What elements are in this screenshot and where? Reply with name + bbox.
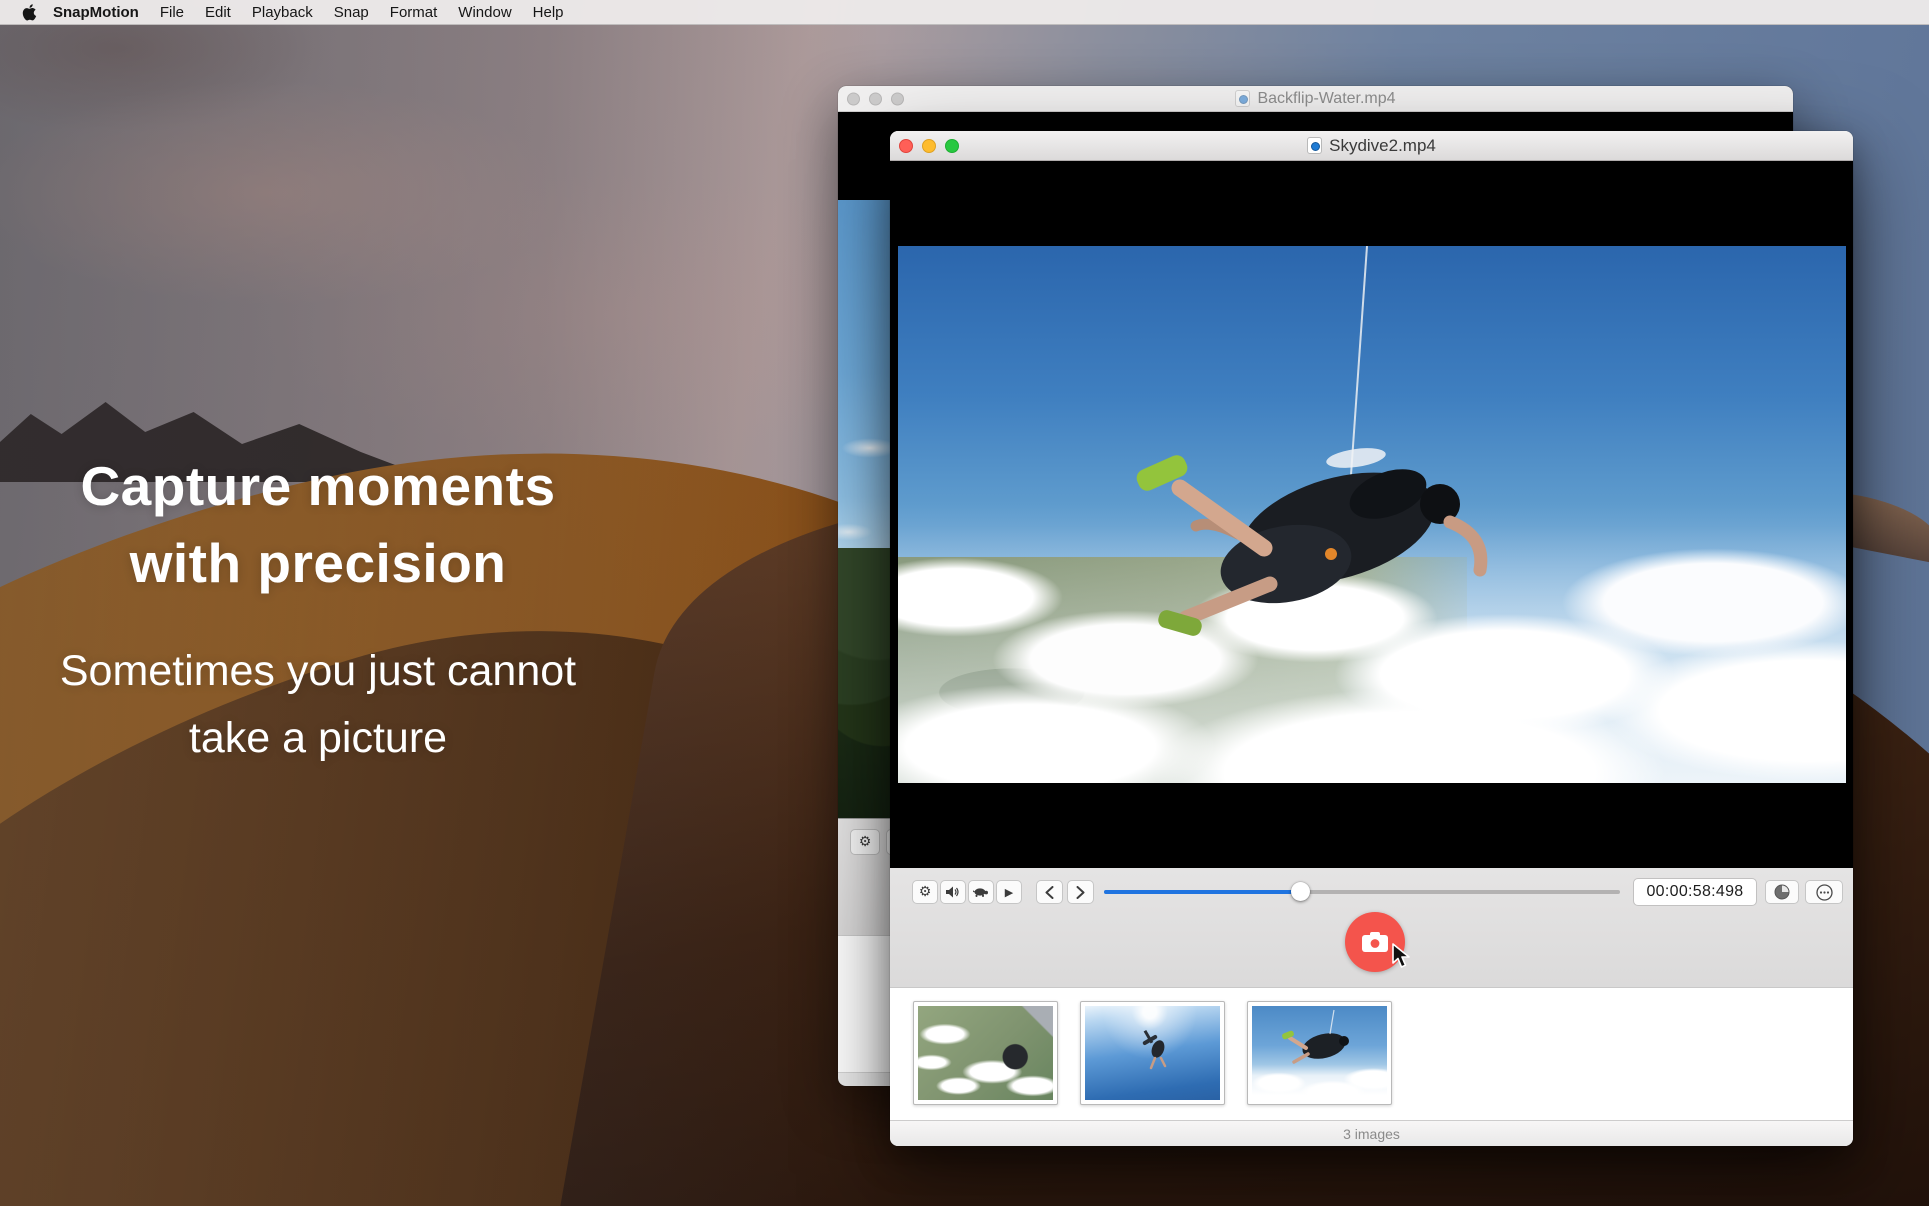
apple-logo-icon	[22, 4, 37, 21]
thumbnail-3[interactable]	[1247, 1001, 1392, 1105]
zoom-button[interactable]	[891, 92, 904, 105]
video-frame	[898, 246, 1846, 783]
headline-line2: with precision	[18, 525, 618, 602]
back-window-titlebar[interactable]: Backflip-Water.mp4	[838, 86, 1793, 112]
menu-item-file[interactable]: File	[160, 4, 184, 21]
apple-menu[interactable]	[22, 4, 37, 21]
slow-motion-button[interactable]	[968, 880, 994, 904]
next-frame-button[interactable]	[1067, 880, 1094, 904]
more-options-button[interactable]	[1805, 880, 1843, 904]
player-controls: ⚙ ▶	[890, 868, 1853, 988]
front-window-titlebar[interactable]: Skydive2.mp4	[890, 131, 1853, 161]
menu-item-window[interactable]: Window	[458, 4, 511, 21]
pie-timer-icon	[1774, 884, 1790, 900]
thumbnail-2-figures	[1085, 1006, 1220, 1100]
thumbnail-3-figure	[1252, 1006, 1387, 1100]
chevron-left-icon	[1045, 886, 1054, 899]
back-video-trees	[838, 548, 891, 818]
menu-item-help[interactable]: Help	[533, 4, 564, 21]
play-button[interactable]: ▶	[996, 880, 1022, 904]
thumbnail-3-image	[1252, 1006, 1387, 1100]
zoom-button[interactable]	[945, 139, 959, 153]
menu-item-edit[interactable]: Edit	[205, 4, 231, 21]
gallery-footer: 3 images	[890, 1120, 1853, 1146]
slider-fill	[1104, 890, 1300, 894]
subheadline-line1: Sometimes you just cannot	[18, 638, 618, 705]
play-icon: ▶	[1005, 887, 1013, 898]
window-skydive2: Skydive2.mp4	[890, 131, 1853, 1146]
back-settings-button[interactable]: ⚙	[850, 829, 880, 855]
timer-button[interactable]	[1765, 880, 1799, 904]
back-window-video-strip	[838, 200, 891, 818]
timeline-slider[interactable]	[1104, 880, 1620, 904]
camera-icon	[1360, 930, 1390, 954]
mouse-cursor-icon	[1390, 943, 1412, 969]
thumbnail-2[interactable]	[1080, 1001, 1225, 1105]
back-window-title: Backflip-Water.mp4	[1257, 90, 1395, 108]
subheadline-line2: take a picture	[18, 705, 618, 772]
video-letterbox	[890, 161, 1853, 868]
snapshot-gallery	[890, 988, 1853, 1120]
settings-button[interactable]: ⚙	[912, 880, 938, 904]
ellipsis-icon	[1816, 884, 1833, 901]
gear-icon: ⚙	[919, 885, 932, 899]
menu-item-playback[interactable]: Playback	[252, 4, 313, 21]
thumbnail-1-image	[918, 1006, 1053, 1100]
quicktime-file-icon	[1235, 90, 1250, 107]
menu-app-name[interactable]: SnapMotion	[53, 4, 139, 21]
skydiver-figure	[1088, 436, 1508, 666]
image-count-label: 3 images	[1343, 1126, 1400, 1142]
minimize-button[interactable]	[922, 139, 936, 153]
front-window-title: Skydive2.mp4	[1329, 136, 1436, 156]
close-button[interactable]	[847, 92, 860, 105]
marketing-copy: Capture moments with precision Sometimes…	[18, 448, 618, 772]
timecode-field[interactable]: 00:00:58:498	[1633, 878, 1757, 906]
previous-frame-button[interactable]	[1036, 880, 1063, 904]
back-window-traffic-lights	[847, 92, 904, 105]
menu-item-snap[interactable]: Snap	[334, 4, 369, 21]
chevron-right-icon	[1076, 886, 1085, 899]
desktop: Capture moments with precision Sometimes…	[0, 0, 1929, 1206]
headline-line1: Capture moments	[18, 448, 618, 525]
speaker-icon	[946, 886, 960, 898]
menu-item-format[interactable]: Format	[390, 4, 438, 21]
volume-button[interactable]	[940, 880, 966, 904]
quicktime-file-icon	[1307, 137, 1322, 154]
slider-thumb[interactable]	[1291, 882, 1310, 901]
thumbnail-2-image	[1085, 1006, 1220, 1100]
close-button[interactable]	[899, 139, 913, 153]
menu-bar: SnapMotion File Edit Playback Snap Forma…	[0, 0, 1929, 25]
turtle-icon	[973, 887, 989, 898]
minimize-button[interactable]	[869, 92, 882, 105]
thumbnail-1[interactable]	[913, 1001, 1058, 1105]
front-window-traffic-lights	[899, 139, 959, 153]
gear-icon: ⚙	[859, 835, 872, 849]
